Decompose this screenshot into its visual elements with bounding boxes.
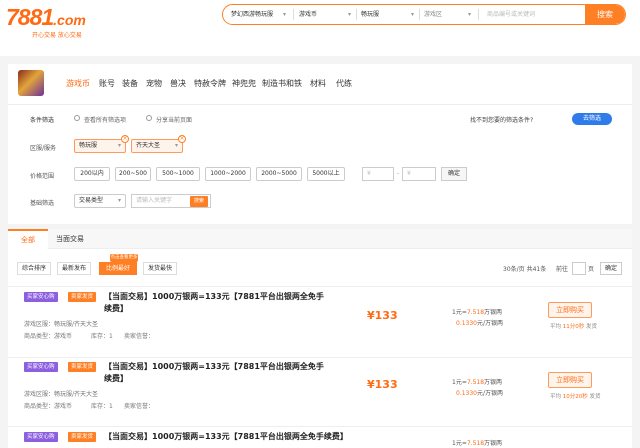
buy-now-button[interactable]: 立即购买 <box>548 372 592 388</box>
server-select[interactable]: 畅玩服 ▾ <box>361 5 417 24</box>
tab-pardon-token[interactable]: 特赦令牌 <box>194 78 226 89</box>
listing-server: 游戏区服：畅玩服/齐天大圣 <box>24 321 99 328</box>
listing-title[interactable]: 【当面交易】1000万银两=133元【7881平台出银两全免手续费】 <box>104 291 324 315</box>
sort-fastest[interactable]: 发货最快 <box>143 262 177 275</box>
chevron-down-icon: ▾ <box>117 197 121 204</box>
share-page-link[interactable]: 分享当前页面 <box>156 115 192 124</box>
avg-ship-time: 平均 11分0秒 发货 <box>550 324 598 330</box>
tab-face-to-face[interactable]: 当面交易 <box>56 229 84 249</box>
find-filter-text: 找不到您要的筛选条件? <box>470 117 534 124</box>
tab-game-currency[interactable]: 游戏币 <box>66 78 90 89</box>
server-chip-2[interactable]: 齐天大圣 ▾ × <box>131 135 186 153</box>
area-select[interactable]: 游戏区 ▾ <box>424 5 474 24</box>
type-select[interactable]: 游戏币 ▾ <box>299 5 354 24</box>
search-bar: 梦幻西游畅玩服 ▾ 游戏币 ▾ 畅玩服 ▾ 游戏区 ▾ 商品编号或关键词 搜索 <box>222 4 626 25</box>
rate-per-yuan: 1元=7.518万银两 <box>452 440 503 447</box>
rate-per-yuan: 1元=7.518万银两 <box>452 309 503 316</box>
filter-search-button[interactable]: 搜索 <box>190 196 208 207</box>
chevron-down-icon: ▾ <box>282 11 286 18</box>
search-button[interactable]: 搜索 <box>585 5 625 24</box>
listing-type: 商品类型：游戏币 <box>24 403 73 410</box>
rate-per-yuan: 1元=7.518万银两 <box>452 379 503 386</box>
show-all-filters-link[interactable]: 查看所有筛选项 <box>84 115 126 124</box>
server-chip-1[interactable]: 畅玩服 ▾ × <box>74 135 129 153</box>
jump-button[interactable]: 确定 <box>600 262 622 275</box>
share-icon[interactable] <box>146 115 152 121</box>
price-option-1[interactable]: 200以内 <box>74 167 110 181</box>
chevron-down-icon: ▾ <box>117 142 121 149</box>
radio-icon[interactable] <box>74 115 80 121</box>
buyer-safe-badge: 买家安心购 <box>24 292 58 302</box>
price-min-input[interactable]: ¥ <box>362 167 394 181</box>
listing-seller-rating: 卖家信誉： <box>124 333 155 340</box>
price-option-4[interactable]: 1000~2000 <box>205 167 251 181</box>
listing-price: ¥133 <box>367 309 398 322</box>
buyer-safe-badge: 买家安心购 <box>24 362 58 372</box>
seller-ship-badge: 卖家发货 <box>68 362 97 372</box>
listing-type: 商品类型：游戏币 <box>24 333 73 340</box>
chevron-down-icon: ▾ <box>347 11 351 18</box>
listing-price: ¥133 <box>367 378 398 391</box>
sort-best-ratio[interactable]: 比例最好 <box>99 262 137 275</box>
close-icon[interactable]: × <box>121 135 129 143</box>
price-option-2[interactable]: 200~500 <box>115 167 151 181</box>
trade-type-select[interactable]: 交易类型 ▾ <box>74 194 126 208</box>
tab-all[interactable]: 全部 <box>8 229 48 249</box>
price-range-label: 价格范围 <box>30 173 55 180</box>
buy-now-button[interactable]: 立即购买 <box>548 302 592 318</box>
divider <box>8 104 632 105</box>
chevron-down-icon: ▾ <box>174 142 178 149</box>
rate-per-unit: 0.1330元/万银两 <box>456 320 504 327</box>
basic-filter-label: 基础筛选 <box>30 200 55 207</box>
game-thumbnail <box>18 70 44 96</box>
price-option-3[interactable]: 500~1000 <box>156 167 200 181</box>
rate-per-unit: 0.1330元/万银两 <box>456 390 504 397</box>
chevron-down-icon: ▾ <box>410 11 414 18</box>
site-slogan: 开心交易 放心交易 <box>32 32 82 39</box>
chevron-down-icon: ▾ <box>467 11 471 18</box>
listing-title[interactable]: 【当面交易】1000万银两=133元【7881平台出银两全免手续费】 <box>104 361 324 385</box>
page-number-input[interactable] <box>572 262 586 275</box>
range-dash: - <box>397 170 400 177</box>
avg-ship-time: 平均 10分20秒 发货 <box>550 394 601 400</box>
tab-shendoudou[interactable]: 神兜兜 <box>232 78 256 89</box>
tab-materials[interactable]: 材料 <box>310 78 326 89</box>
tab-equipment[interactable]: 装备 <box>122 78 138 89</box>
ribbon-badge: 点击查看更多 <box>110 254 138 262</box>
condition-filter-label: 条件筛选 <box>30 117 55 124</box>
site-logo[interactable]: 7881.com <box>6 4 86 31</box>
page-unit: 页 <box>588 266 595 273</box>
listing-tabs <box>8 229 632 249</box>
sort-newest[interactable]: 最新发布 <box>57 262 91 275</box>
seller-ship-badge: 卖家发货 <box>68 432 97 442</box>
page-info: 30条/页 共41条 <box>503 266 547 273</box>
tab-beast-skills[interactable]: 兽决 <box>170 78 186 89</box>
buyer-safe-badge: 买家安心购 <box>24 432 58 442</box>
price-confirm-button[interactable]: 确定 <box>441 167 467 181</box>
search-input[interactable]: 商品编号或关键词 <box>487 5 577 24</box>
try-filter-button[interactable]: 去筛选 <box>572 113 612 125</box>
price-option-6[interactable]: 5000以上 <box>307 167 345 181</box>
server-label: 区服/服务 <box>30 145 57 152</box>
listing-seller-rating: 卖家信誉： <box>124 403 155 410</box>
listing-title[interactable]: 【当面交易】1000万银两=133元【7881平台出银两全免手续费】 <box>104 431 344 443</box>
tab-account[interactable]: 账号 <box>99 78 115 89</box>
seller-ship-badge: 卖家发货 <box>68 292 97 302</box>
price-max-input[interactable]: ¥ <box>402 167 436 181</box>
goto-label: 前往 <box>556 266 569 273</box>
close-icon[interactable]: × <box>178 135 186 143</box>
game-select[interactable]: 梦幻西游畅玩服 ▾ <box>231 5 289 24</box>
listing-server: 游戏区服：畅玩服/齐天大圣 <box>24 391 99 398</box>
listing-stock: 库存：1 <box>91 403 113 410</box>
tab-boosting[interactable]: 代练 <box>336 78 352 89</box>
price-option-5[interactable]: 2000~5000 <box>256 167 302 181</box>
listing-stock: 库存：1 <box>91 333 113 340</box>
sort-default[interactable]: 综合排序 <box>17 262 51 275</box>
tab-crafting-books[interactable]: 制造书和铁 <box>262 78 302 89</box>
tab-pets[interactable]: 宠物 <box>146 78 162 89</box>
